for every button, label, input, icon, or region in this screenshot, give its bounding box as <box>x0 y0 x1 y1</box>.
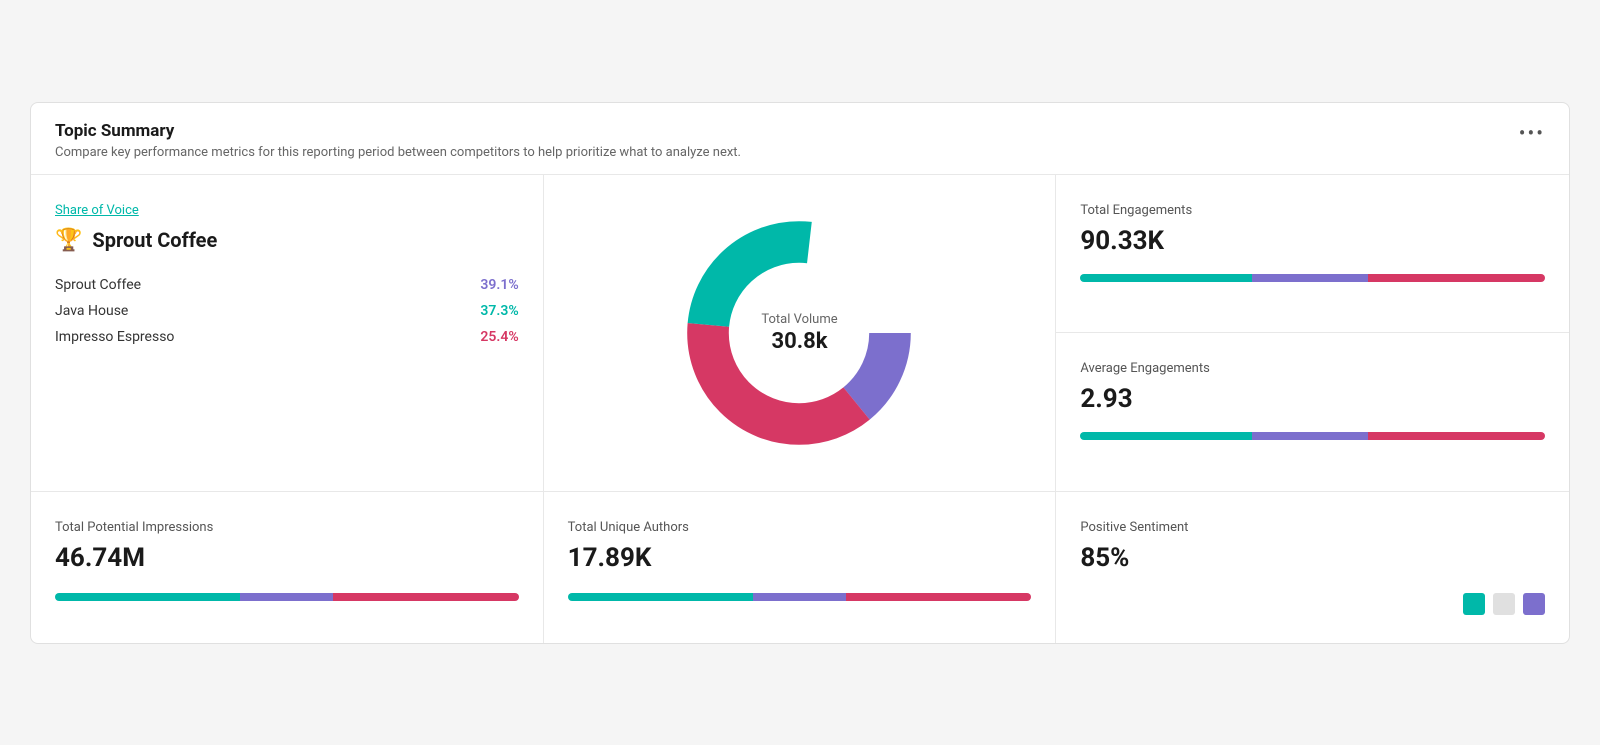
total-engagements-value: 90.33K <box>1080 226 1545 256</box>
share-of-voice-label[interactable]: Share of Voice <box>55 203 519 218</box>
tua-label: Total Unique Authors <box>568 520 1032 535</box>
positive-sentiment-panel: Positive Sentiment 85% <box>1056 492 1569 643</box>
sov-winner-name: Sprout Coffee <box>92 228 217 252</box>
donut-chart: Total Volume 30.8k <box>669 203 929 463</box>
sov-item-pct: 39.1% <box>480 277 518 293</box>
bar-seg-teal <box>568 593 753 601</box>
avg-engagements-value: 2.93 <box>1080 384 1545 414</box>
sov-item-name: Sprout Coffee <box>55 277 480 293</box>
bar-seg-purple <box>753 593 846 601</box>
bar-seg-pink <box>1368 274 1545 282</box>
card-header: Topic Summary Compare key performance me… <box>31 103 1569 175</box>
bar-seg-teal <box>55 593 240 601</box>
bar-seg-purple <box>240 593 333 601</box>
total-potential-impressions-panel: Total Potential Impressions 46.74M <box>31 492 544 643</box>
total-engagements-panel: Total Engagements 90.33K <box>1056 175 1569 334</box>
topic-summary-card: Topic Summary Compare key performance me… <box>30 102 1570 644</box>
tua-bar <box>568 593 1032 601</box>
swatch-purple <box>1523 593 1545 615</box>
avg-engagements-panel: Average Engagements 2.93 <box>1056 333 1569 491</box>
card-subtitle: Compare key performance metrics for this… <box>55 145 741 160</box>
bar-seg-teal <box>1080 274 1252 282</box>
avg-engagements-bar <box>1080 432 1545 440</box>
ps-value: 85% <box>1080 543 1545 573</box>
bar-seg-teal <box>1080 432 1252 440</box>
donut-center: Total Volume 30.8k <box>761 312 837 354</box>
bar-seg-pink <box>846 593 1031 601</box>
donut-center-value: 30.8k <box>771 329 827 354</box>
donut-center-label: Total Volume <box>761 312 837 327</box>
avg-engagements-label: Average Engagements <box>1080 361 1545 376</box>
sov-item: Sprout Coffee 39.1% <box>55 277 519 293</box>
swatch-grey <box>1493 593 1515 615</box>
total-unique-authors-panel: Total Unique Authors 17.89K <box>544 492 1057 643</box>
sov-item: Impresso Espresso 25.4% <box>55 329 519 345</box>
sov-winner-row: 🏆 Sprout Coffee <box>55 228 519 253</box>
total-engagements-bar <box>1080 274 1545 282</box>
tpi-label: Total Potential Impressions <box>55 520 519 535</box>
bar-seg-pink <box>333 593 518 601</box>
tpi-value: 46.74M <box>55 543 519 573</box>
main-grid: Share of Voice 🏆 Sprout Coffee Sprout Co… <box>31 175 1569 643</box>
sov-items-list: Sprout Coffee 39.1% Java House 37.3% Imp… <box>55 277 519 345</box>
header-left: Topic Summary Compare key performance me… <box>55 121 741 160</box>
donut-chart-panel: Total Volume 30.8k <box>544 175 1057 492</box>
engagements-panel: Total Engagements 90.33K Average Engagem… <box>1056 175 1569 492</box>
more-menu-button[interactable]: ••• <box>1519 121 1545 145</box>
ps-label: Positive Sentiment <box>1080 520 1545 535</box>
tua-value: 17.89K <box>568 543 1032 573</box>
bar-seg-purple <box>1252 432 1368 440</box>
trophy-icon: 🏆 <box>55 228 82 253</box>
share-of-voice-panel: Share of Voice 🏆 Sprout Coffee Sprout Co… <box>31 175 544 492</box>
sov-item: Java House 37.3% <box>55 303 519 319</box>
bar-seg-pink <box>1368 432 1545 440</box>
tpi-bar <box>55 593 519 601</box>
sov-item-pct: 25.4% <box>480 329 518 345</box>
swatch-teal <box>1463 593 1485 615</box>
bar-seg-purple <box>1252 274 1368 282</box>
sov-item-name: Impresso Espresso <box>55 329 480 345</box>
swatch-row <box>1080 593 1545 615</box>
card-title: Topic Summary <box>55 121 741 141</box>
sov-item-pct: 37.3% <box>480 303 518 319</box>
total-engagements-label: Total Engagements <box>1080 203 1545 218</box>
sov-item-name: Java House <box>55 303 480 319</box>
